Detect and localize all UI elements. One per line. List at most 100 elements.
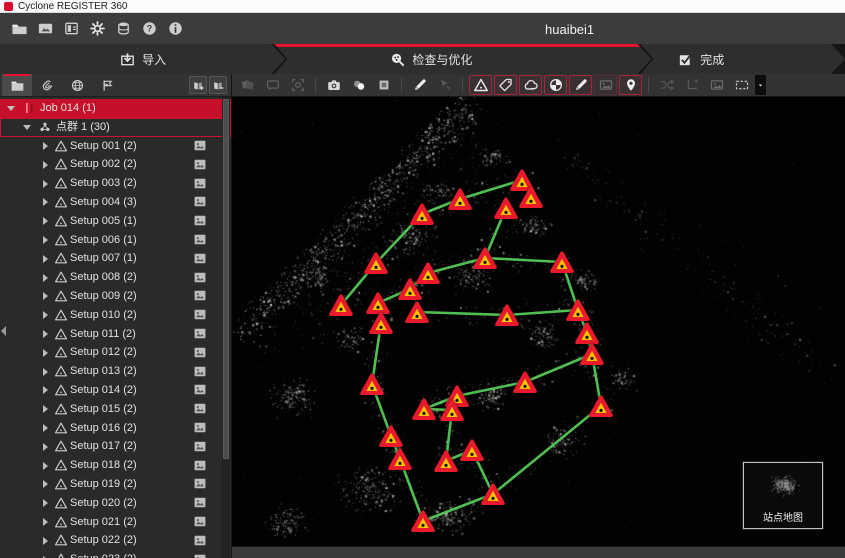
show-images-toggle[interactable] <box>594 75 617 95</box>
tree-caret-icon[interactable] <box>40 193 50 212</box>
bundle-collapse-button[interactable] <box>209 76 227 94</box>
tree-item-setup-016[interactable]: Setup 016 (2) <box>0 419 231 438</box>
geo-tab[interactable] <box>62 74 92 96</box>
copy-tags-button[interactable] <box>236 75 259 95</box>
tree-caret-icon[interactable] <box>40 550 50 558</box>
tree-caret-icon[interactable] <box>40 494 50 513</box>
setup-marker-25[interactable] <box>378 424 404 448</box>
workflow-tab-review[interactable]: 检查与优化 <box>274 44 651 74</box>
tree-caret-icon[interactable] <box>40 212 50 231</box>
tree-caret-icon[interactable] <box>40 475 50 494</box>
auto-link-button[interactable] <box>655 75 678 95</box>
setup-marker-2[interactable] <box>447 187 473 211</box>
workflow-tab-finalize[interactable]: 完成 <box>640 44 845 74</box>
tree-item-setup-020[interactable]: Setup 020 (2) <box>0 494 231 513</box>
tree-item-setup-002[interactable]: Setup 002 (2) <box>0 155 231 174</box>
setup-marker-6[interactable] <box>363 251 389 275</box>
tree-caret-icon[interactable] <box>40 155 50 174</box>
setup-marker-7[interactable] <box>472 246 498 270</box>
tree-item-setup-022[interactable]: Setup 022 (2) <box>0 531 231 550</box>
show-pointcloud-toggle[interactable] <box>519 75 542 95</box>
setup-marker-20[interactable] <box>359 372 385 396</box>
tree-caret-icon[interactable] <box>40 513 50 532</box>
show-labels-toggle[interactable] <box>494 75 517 95</box>
contrast-view-toggle[interactable] <box>544 75 567 95</box>
image-view-button[interactable] <box>705 75 728 95</box>
setup-marker-26[interactable] <box>387 447 413 471</box>
setup-marker-3[interactable] <box>518 185 544 209</box>
setup-image-thumbnail[interactable] <box>193 308 207 321</box>
setup-marker-5[interactable] <box>409 202 435 226</box>
setup-image-thumbnail[interactable] <box>193 365 207 378</box>
setup-marker-9[interactable] <box>397 277 423 301</box>
setup-marker-30[interactable] <box>410 509 436 533</box>
tree-item-setup-013[interactable]: Setup 013 (2) <box>0 362 231 381</box>
about-button[interactable] <box>162 17 188 41</box>
setup-image-thumbnail[interactable] <box>193 553 207 558</box>
tree-item-setup-009[interactable]: Setup 009 (2) <box>0 287 231 306</box>
setup-image-thumbnail[interactable] <box>193 402 207 415</box>
tree-item-setup-015[interactable]: Setup 015 (2) <box>0 400 231 419</box>
setup-image-thumbnail[interactable] <box>193 252 207 265</box>
setup-image-thumbnail[interactable] <box>193 496 207 509</box>
tree-item-setup-008[interactable]: Setup 008 (2) <box>0 268 231 287</box>
close-project-button[interactable] <box>32 17 58 41</box>
setup-marker-24[interactable] <box>512 370 538 394</box>
tree-caret-icon[interactable] <box>40 531 50 550</box>
tree-caret-icon[interactable] <box>40 419 50 438</box>
tree-item-setup-005[interactable]: Setup 005 (1) <box>0 212 231 231</box>
setup-marker-10[interactable] <box>549 250 575 274</box>
setup-image-thumbnail[interactable] <box>193 139 207 152</box>
tree-caret-icon[interactable] <box>40 174 50 193</box>
setup-image-thumbnail[interactable] <box>193 383 207 396</box>
tree-caret-icon[interactable] <box>6 99 16 118</box>
select-mode-button[interactable] <box>730 75 753 95</box>
setup-image-thumbnail[interactable] <box>193 214 207 227</box>
pick-points-button[interactable] <box>433 75 456 95</box>
marks-tab[interactable] <box>92 74 122 96</box>
setup-marker-28[interactable] <box>459 438 485 462</box>
square-tool-button[interactable] <box>372 75 395 95</box>
setup-marker-4[interactable] <box>493 196 519 220</box>
show-setups-toggle[interactable] <box>469 75 492 95</box>
tree-item-setup-023[interactable]: Setup 023 (2) <box>0 550 231 558</box>
setup-image-thumbnail[interactable] <box>193 271 207 284</box>
zoom-selection-button[interactable] <box>286 75 309 95</box>
tree-scrollbar-thumb[interactable] <box>223 99 229 459</box>
show-measure-toggle[interactable] <box>569 75 592 95</box>
tree-caret-icon[interactable] <box>22 118 32 137</box>
setup-image-thumbnail[interactable] <box>193 515 207 528</box>
setup-image-thumbnail[interactable] <box>193 346 207 359</box>
tree-item-setup-006[interactable]: Setup 006 (1) <box>0 231 231 250</box>
setup-image-thumbnail[interactable] <box>193 289 207 302</box>
attachments-tab[interactable] <box>32 74 62 96</box>
tree-caret-icon[interactable] <box>40 287 50 306</box>
move-axes-button[interactable] <box>680 75 703 95</box>
tree-caret-icon[interactable] <box>40 306 50 325</box>
workflow-tab-import[interactable]: 导入 <box>0 44 285 74</box>
pointcloud-viewport[interactable]: 站点地图 <box>232 97 845 546</box>
tree-item-setup-004[interactable]: Setup 004 (3) <box>0 193 231 212</box>
open-project-button[interactable] <box>6 17 32 41</box>
tree-caret-icon[interactable] <box>40 381 50 400</box>
tree-caret-icon[interactable] <box>40 249 50 268</box>
comment-panel-button[interactable] <box>261 75 284 95</box>
tree-item-setup-021[interactable]: Setup 021 (2) <box>0 513 231 532</box>
sitemap-overlay[interactable]: 站点地图 <box>743 462 823 529</box>
tree-caret-icon[interactable] <box>40 137 50 156</box>
tree-caret-icon[interactable] <box>40 231 50 250</box>
tree-item-setup-017[interactable]: Setup 017 (2) <box>0 437 231 456</box>
settings-button[interactable] <box>84 17 110 41</box>
setup-image-thumbnail[interactable] <box>193 177 207 190</box>
tree-caret-icon[interactable] <box>40 325 50 344</box>
setup-marker-23[interactable] <box>439 398 465 422</box>
tree-item-setup-003[interactable]: Setup 003 (2) <box>0 174 231 193</box>
project-tree-tab[interactable] <box>2 74 32 96</box>
tree-item-setup-007[interactable]: Setup 007 (1) <box>0 249 231 268</box>
setup-image-thumbnail[interactable] <box>193 459 207 472</box>
tree-item-job[interactable]: Job 014 (1) <box>0 99 231 118</box>
tree-caret-icon[interactable] <box>40 400 50 419</box>
setup-marker-16[interactable] <box>565 298 591 322</box>
measure-button[interactable] <box>408 75 431 95</box>
help-button[interactable]: ? <box>136 17 162 41</box>
